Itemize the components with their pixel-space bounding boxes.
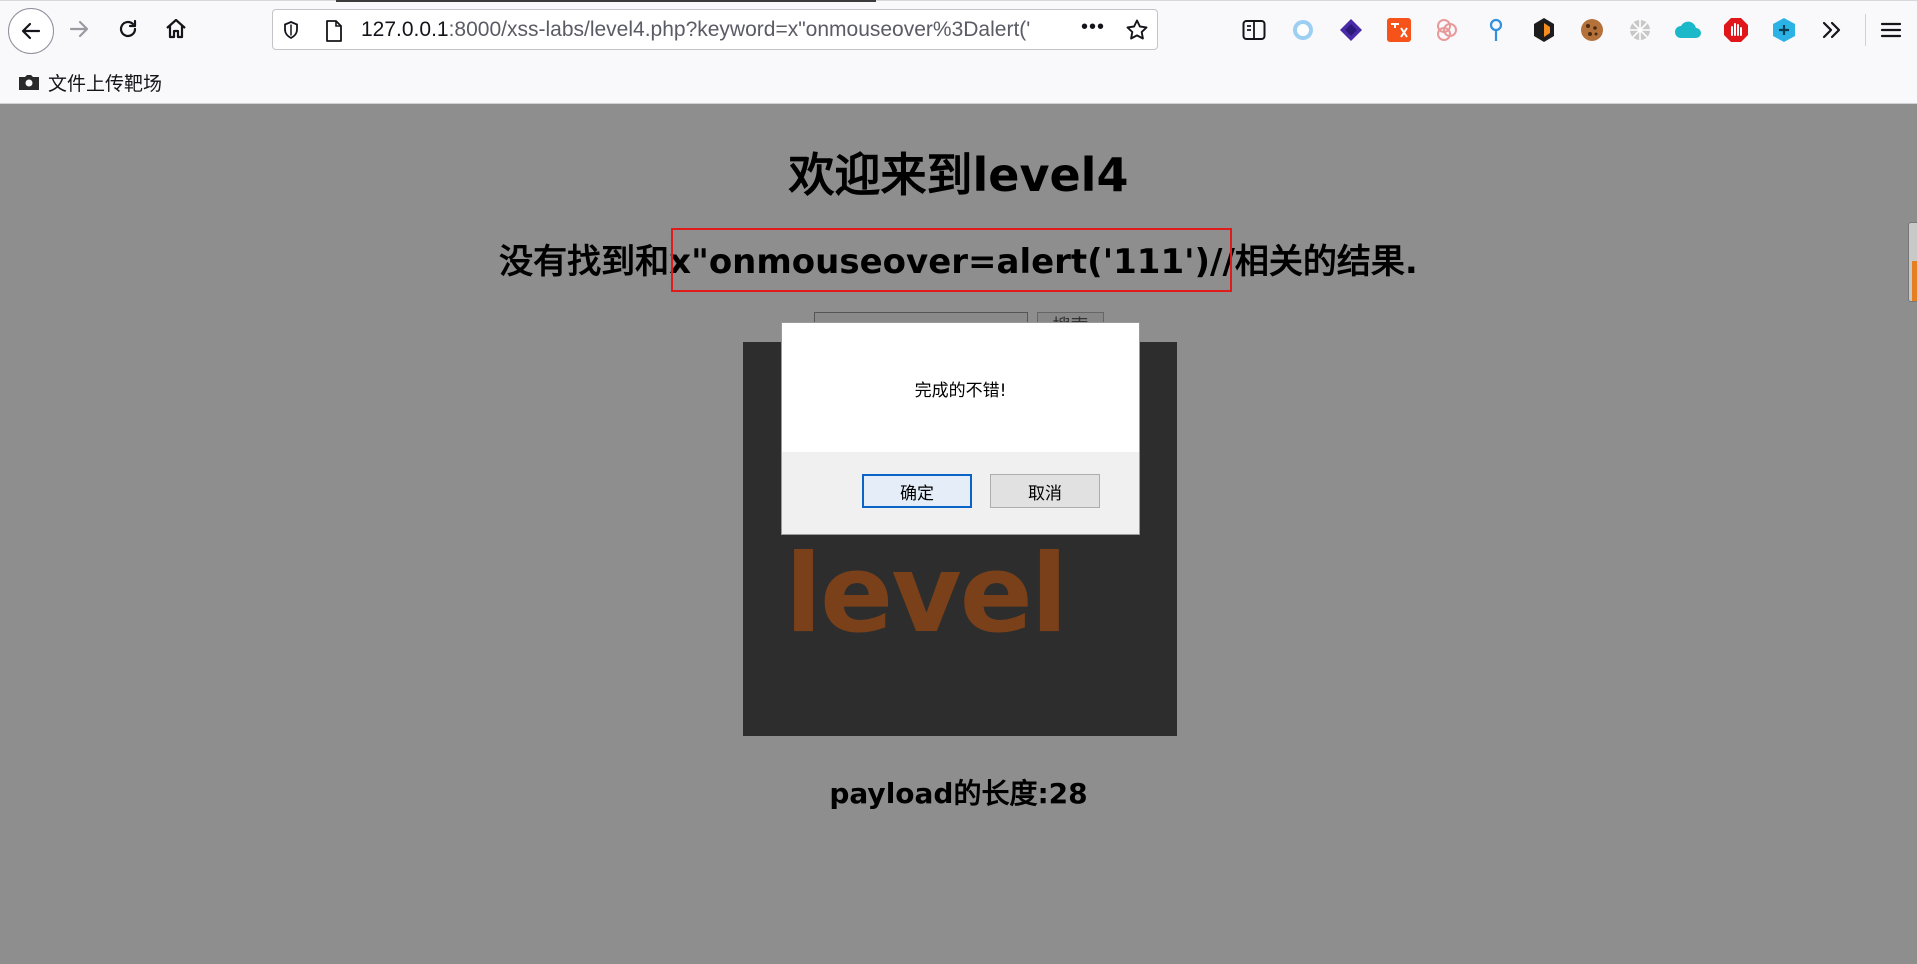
scroll-marker — [1912, 261, 1917, 301]
home-button[interactable] — [155, 8, 197, 50]
back-arrow-icon — [21, 22, 41, 40]
level-logo-text: level — [785, 532, 1068, 657]
reload-icon — [119, 19, 137, 38]
overflow-chevrons-icon[interactable] — [1818, 16, 1846, 44]
result-prefix: 没有找到和 — [499, 242, 670, 282]
url-path: :8000/xss-labs/level4.php?keyword=x"onmo… — [448, 19, 1031, 41]
folder-camera-icon — [19, 75, 39, 90]
bookmark-upload-range[interactable]: 文件上传靶场 — [18, 70, 163, 95]
circle-extension-icon[interactable] — [1289, 16, 1317, 44]
result-suffix: 相关的结果. — [1234, 242, 1418, 282]
layers-extension-icon[interactable] — [1337, 16, 1365, 44]
bookmarks-toolbar: 文件上传靶场 — [0, 61, 1917, 104]
dialog-footer: 确定 取消 — [782, 452, 1139, 534]
pin-extension-icon[interactable] — [1482, 16, 1510, 44]
hamburger-menu-icon[interactable] — [1877, 16, 1905, 44]
cancel-button[interactable]: 取消 — [990, 474, 1100, 508]
url-host: 127.0.0.1 — [361, 19, 449, 41]
network-extension-icon[interactable] — [1626, 16, 1654, 44]
url-text[interactable]: 127.0.0.1:8000/xss-labs/level4.php?keywo… — [361, 19, 1067, 41]
forward-arrow-icon — [69, 20, 89, 38]
forward-button[interactable] — [58, 8, 100, 50]
cube-extension-icon[interactable] — [1770, 16, 1798, 44]
shield-icon[interactable] — [281, 20, 301, 40]
url-bar[interactable]: 127.0.0.1:8000/xss-labs/level4.php?keywo… — [272, 9, 1158, 50]
bookmark-label: 文件上传靶场 — [48, 72, 163, 95]
hexagon-extension-icon[interactable] — [1530, 16, 1558, 44]
alert-dialog: 完成的不错! 确定 取消 — [781, 322, 1140, 535]
page-actions-button[interactable]: ••• — [1081, 16, 1105, 39]
bookmark-star-icon[interactable] — [1125, 18, 1149, 42]
payload-highlight-box — [671, 228, 1232, 292]
back-button[interactable] — [8, 8, 54, 54]
ok-button[interactable]: 确定 — [862, 474, 972, 508]
browser-toolbar: 127.0.0.1:8000/xss-labs/level4.php?keywo… — [0, 0, 1917, 61]
active-tab-indicator — [336, 0, 876, 2]
cloud-extension-icon[interactable] — [1674, 16, 1702, 44]
flower-extension-icon[interactable] — [1433, 16, 1461, 44]
page-icon[interactable] — [325, 20, 343, 42]
translate-extension-icon[interactable] — [1385, 16, 1413, 44]
payload-length: payload的长度:28 — [829, 777, 1088, 810]
dialog-message: 完成的不错! — [914, 381, 1007, 401]
stop-hand-extension-icon[interactable] — [1722, 16, 1750, 44]
reload-button[interactable] — [107, 8, 149, 50]
home-icon — [166, 18, 186, 39]
reader-view-icon[interactable] — [1240, 16, 1268, 44]
toolbar-divider — [1865, 14, 1866, 46]
cookie-extension-icon[interactable] — [1578, 16, 1606, 44]
scrollbar-thumb[interactable] — [1908, 222, 1917, 302]
page-title: 欢迎来到level4 — [788, 148, 1129, 202]
tab-strip-edge — [0, 0, 1917, 2]
